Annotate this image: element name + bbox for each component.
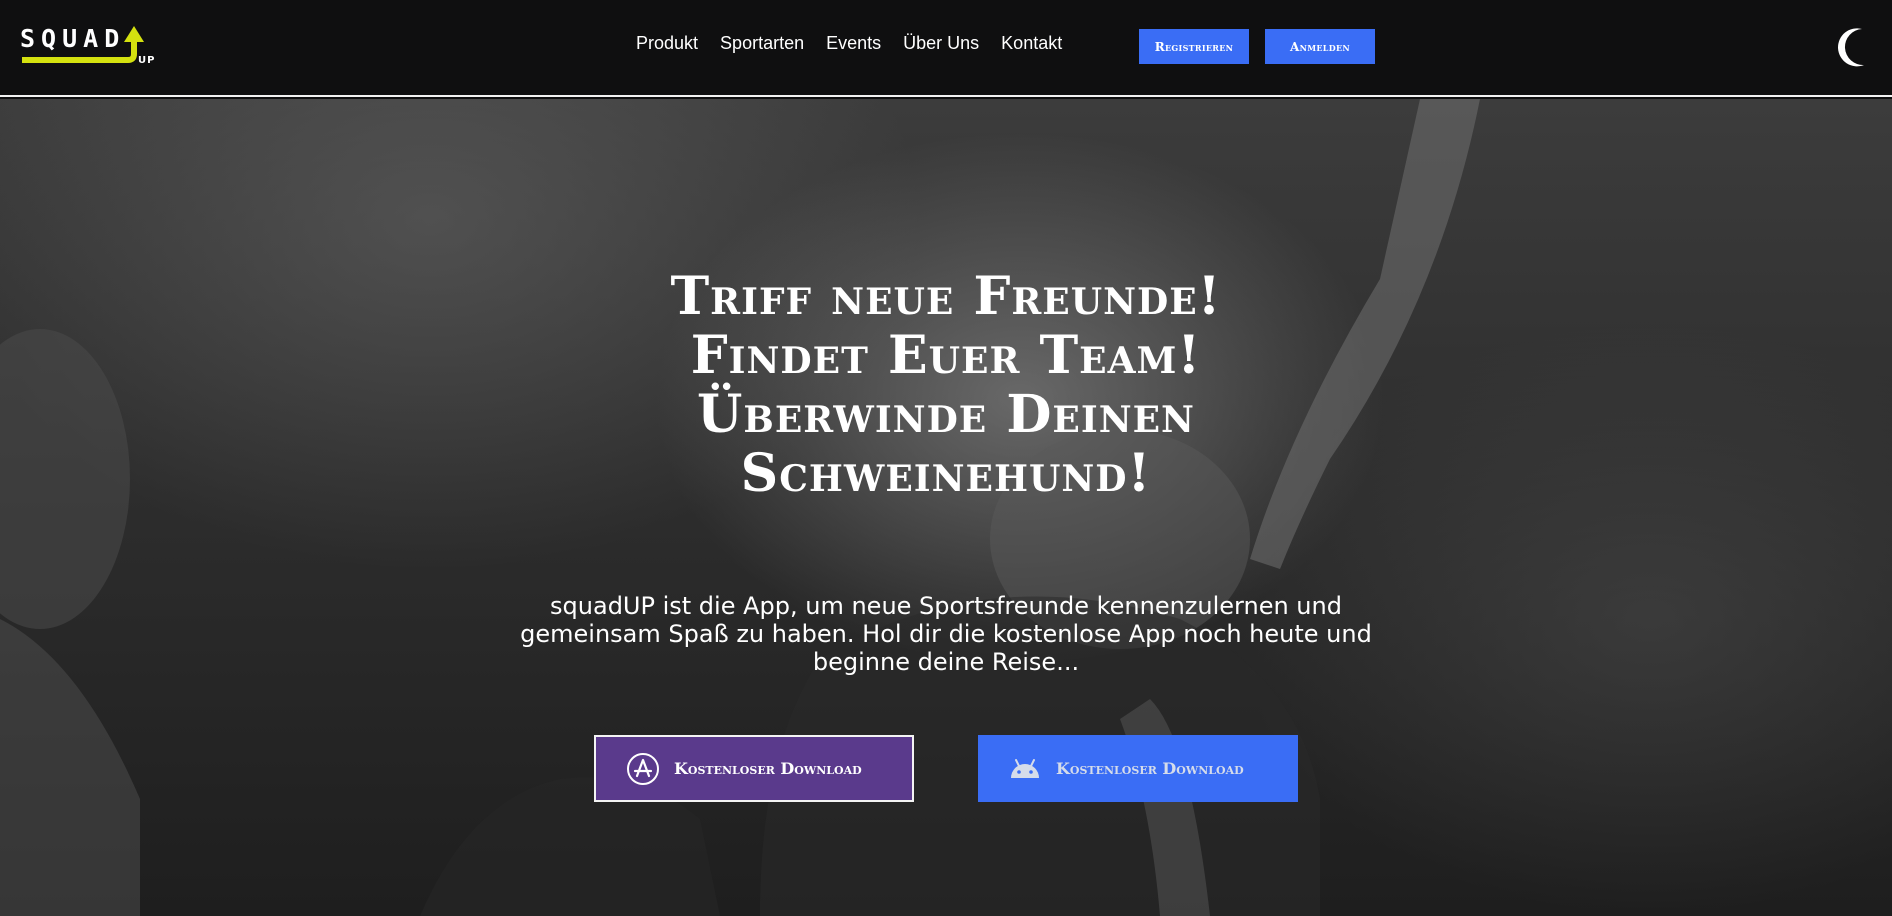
- hero-lead-text: squadUP ist die App, um neue Sportsfreun…: [520, 592, 1372, 676]
- nav-item-ueber-uns[interactable]: Über Uns: [903, 33, 979, 54]
- download-android-label: Kostenloser Download: [1056, 759, 1244, 778]
- logo-sub: UP: [138, 55, 156, 66]
- logo-word: SQUAD: [20, 24, 126, 53]
- login-button[interactable]: Anmelden: [1265, 29, 1375, 64]
- download-android-button[interactable]: Kostenloser Download: [978, 735, 1298, 802]
- hero-section: Triff neue Freunde! Findet Euer Team! Üb…: [0, 99, 1892, 916]
- hero-background-photo: [0, 99, 1480, 916]
- headline-line-3: Überwinde Deinen: [697, 384, 1195, 445]
- register-button[interactable]: Registrieren: [1139, 29, 1249, 64]
- android-icon: [1011, 758, 1039, 778]
- main-nav: Produkt Sportarten Events Über Uns Konta…: [636, 33, 1062, 54]
- app-store-icon: [627, 752, 659, 785]
- download-ios-label: Kostenloser Download: [674, 759, 862, 778]
- headline-line-2: Findet Euer Team!: [690, 325, 1202, 386]
- download-ios-button[interactable]: Kostenloser Download: [594, 735, 914, 802]
- hero-headline: Triff neue Freunde! Findet Euer Team! Üb…: [546, 267, 1346, 503]
- nav-item-kontakt[interactable]: Kontakt: [1001, 33, 1062, 54]
- nav-item-produkt[interactable]: Produkt: [636, 33, 698, 54]
- squadup-logo[interactable]: SQUAD UP: [20, 22, 170, 70]
- nav-item-events[interactable]: Events: [826, 33, 881, 54]
- site-header: SQUAD UP Produkt Sportarten Events Über …: [0, 0, 1892, 97]
- headline-line-4: Schweinehund!: [740, 443, 1152, 504]
- headline-line-1: Triff neue Freunde!: [670, 266, 1222, 327]
- moon-icon[interactable]: [1834, 25, 1872, 69]
- nav-item-sportarten[interactable]: Sportarten: [720, 33, 804, 54]
